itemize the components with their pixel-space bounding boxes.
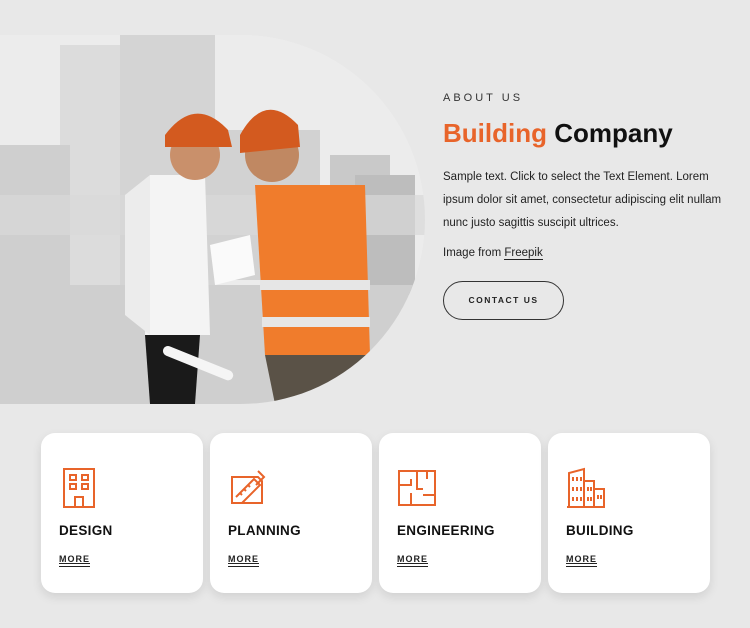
about-description: Sample text. Click to select the Text El… (443, 170, 722, 229)
freepik-link[interactable]: Freepik (504, 246, 543, 260)
workers-photo (0, 35, 425, 404)
card-label: PLANNING (228, 523, 301, 538)
office-building-icon (63, 468, 95, 508)
contact-us-button[interactable]: CONTACT US (443, 280, 564, 320)
card-label: BUILDING (566, 523, 634, 538)
hero-image (0, 35, 425, 404)
more-link[interactable]: MORE (59, 554, 90, 567)
city-buildings-icon (567, 467, 605, 508)
card-engineering[interactable]: ENGINEERING MORE (379, 433, 541, 593)
card-design[interactable]: DESIGN MORE (41, 433, 203, 593)
page-title: Building Company (443, 119, 733, 148)
more-link[interactable]: MORE (228, 554, 259, 567)
more-link[interactable]: MORE (566, 554, 597, 567)
about-section: ABOUT US Building Company Sample text. C… (443, 92, 733, 320)
title-accent: Building (443, 118, 547, 148)
card-label: DESIGN (59, 523, 113, 538)
section-eyebrow: ABOUT US (443, 92, 524, 104)
more-link[interactable]: MORE (397, 554, 428, 567)
card-planning[interactable]: PLANNING MORE (210, 433, 372, 593)
card-building[interactable]: BUILDING MORE (548, 433, 710, 593)
credit-prefix: Image from (443, 246, 502, 259)
floor-plan-icon (398, 470, 436, 506)
blueprint-ruler-icon (231, 470, 266, 504)
card-label: ENGINEERING (397, 523, 495, 538)
image-credit: Image from Freepik (443, 246, 733, 260)
service-cards: DESIGN MORE PLANNING MORE ENGINEERING MO… (41, 433, 710, 593)
title-rest: Company (554, 118, 673, 148)
